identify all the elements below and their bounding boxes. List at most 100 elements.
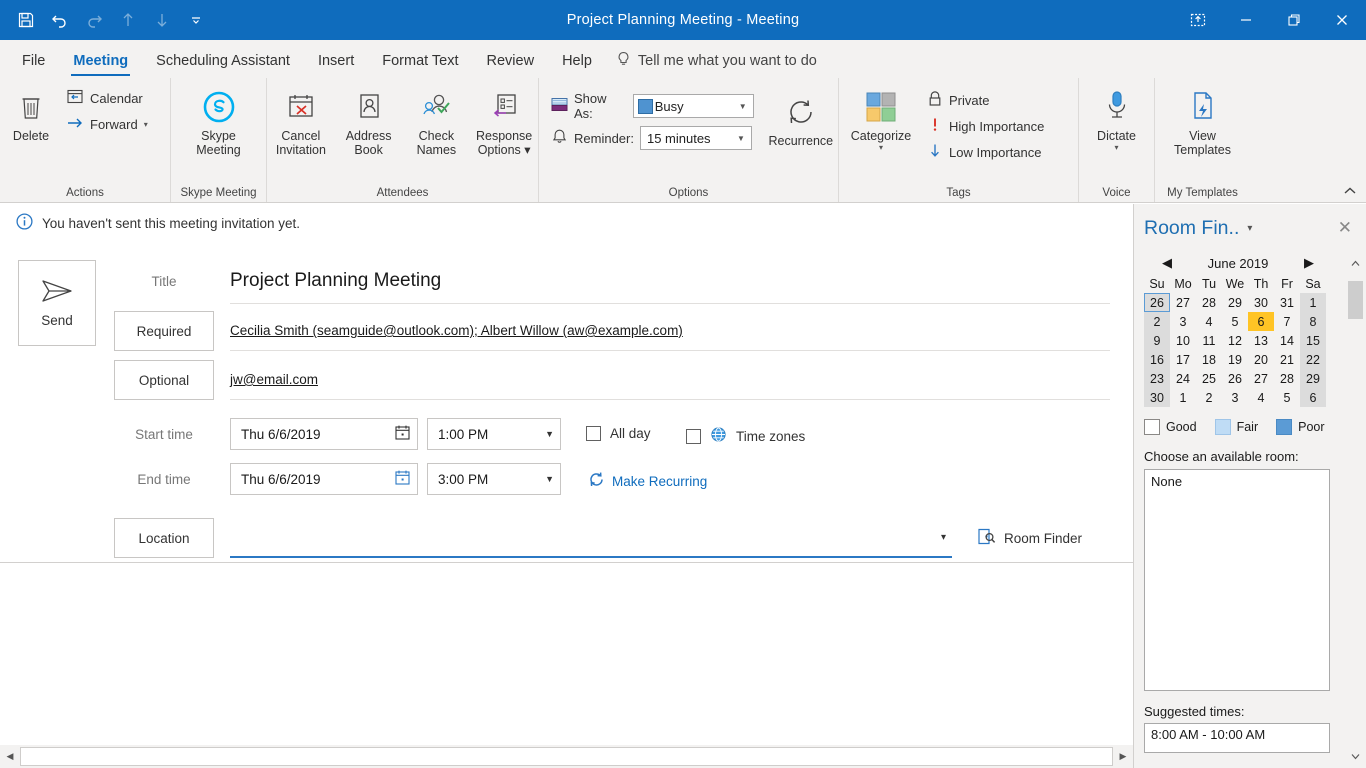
calendar-day-cell[interactable]: 15 (1300, 331, 1326, 350)
tab-insert[interactable]: Insert (304, 44, 368, 78)
save-icon[interactable] (10, 5, 42, 35)
calendar-day-cell[interactable]: 7 (1274, 312, 1300, 331)
high-importance-button[interactable]: High Importance (923, 113, 1048, 139)
calendar-day-cell[interactable]: 26 (1222, 369, 1248, 388)
show-as-dropdown[interactable]: Busy ▼ (632, 94, 754, 118)
tell-me-search[interactable]: Tell me what you want to do (606, 44, 827, 78)
next-item-icon[interactable] (146, 5, 178, 35)
view-templates-button[interactable]: View Templates (1158, 83, 1248, 158)
calendar-day-cell[interactable]: 5 (1222, 312, 1248, 331)
calendar-day-cell[interactable]: 9 (1144, 331, 1170, 350)
forward-chevron-down-icon[interactable]: ▾ (144, 120, 148, 129)
calendar-day-cell[interactable]: 26 (1144, 293, 1170, 312)
room-finder-toggle-button[interactable]: Room Finder (976, 527, 1082, 549)
forward-button[interactable]: Forward ▾ (62, 111, 152, 137)
suggested-times-item[interactable]: 8:00 AM - 10:00 AM (1151, 727, 1323, 742)
ribbon-display-options-icon[interactable] (1174, 0, 1222, 40)
available-rooms-list-item[interactable]: None (1151, 474, 1323, 489)
date-picker-calendar[interactable]: Su Mo Tu We Th Fr Sa 26 27 28 29 30 31 1 2 3 4 5 6 7… (1144, 274, 1326, 407)
room-finder-vertical-scrollbar[interactable] (1348, 256, 1363, 766)
start-date-input[interactable]: Thu 6/6/2019 (230, 418, 418, 450)
low-importance-button[interactable]: Low Importance (923, 139, 1048, 165)
available-rooms-list[interactable]: None (1144, 469, 1330, 691)
all-day-checkbox-box[interactable] (586, 426, 601, 441)
calendar-day-cell[interactable]: 22 (1300, 350, 1326, 369)
calendar-day-cell[interactable]: 29 (1300, 369, 1326, 388)
end-date-input[interactable]: Thu 6/6/2019 (230, 463, 418, 495)
calendar-day-cell[interactable]: 23 (1144, 369, 1170, 388)
recurrence-button[interactable]: Recurrence (764, 88, 838, 148)
calendar-day-cell[interactable]: 6 (1300, 388, 1326, 407)
room-finder-scroll-thumb[interactable] (1348, 281, 1363, 319)
make-recurring-button[interactable]: Make Recurring (588, 471, 707, 491)
scroll-down-icon[interactable] (1348, 749, 1363, 764)
categorize-button[interactable]: Categorize ▾ (839, 83, 923, 153)
calendar-day-cell[interactable]: 13 (1248, 331, 1274, 350)
calendar-day-cell[interactable]: 3 (1170, 312, 1196, 331)
close-icon[interactable] (1318, 0, 1366, 40)
tab-help[interactable]: Help (548, 44, 606, 78)
calendar-day-cell[interactable]: 10 (1170, 331, 1196, 350)
calendar-day-cell[interactable]: 28 (1196, 293, 1222, 312)
tab-review[interactable]: Review (473, 44, 549, 78)
calendar-day-cell[interactable]: 2 (1144, 312, 1170, 331)
response-options-button[interactable]: Response Options ▾ (473, 83, 535, 158)
calendar-day-cell[interactable]: 3 (1222, 388, 1248, 407)
undo-icon[interactable] (44, 5, 76, 35)
calendar-day-cell[interactable]: 1 (1170, 388, 1196, 407)
room-finder-chevron-down-icon[interactable]: ▾ (1247, 223, 1252, 234)
private-button[interactable]: Private (923, 87, 1048, 113)
calendar-day-cell[interactable]: 2 (1196, 388, 1222, 407)
redo-icon[interactable] (78, 5, 110, 35)
tab-file[interactable]: File (8, 44, 59, 78)
start-clock-dropdown[interactable]: 1:00 PM ▼ (427, 418, 561, 450)
calendar-day-cell[interactable]: 31 (1274, 293, 1300, 312)
categorize-chevron-down-icon[interactable]: ▾ (879, 143, 883, 152)
calendar-day-cell[interactable]: 6 (1248, 312, 1274, 331)
calendar-day-cell[interactable]: 16 (1144, 350, 1170, 369)
optional-button[interactable]: Optional (114, 360, 214, 400)
address-book-button[interactable]: Address Book (338, 83, 400, 158)
calendar-day-cell[interactable]: 8 (1300, 312, 1326, 331)
end-clock-dropdown[interactable]: 3:00 PM ▼ (427, 463, 561, 495)
dictate-button[interactable]: Dictate ▾ (1082, 83, 1152, 153)
dictate-chevron-down-icon[interactable]: ▾ (1114, 143, 1118, 152)
calendar-day-cell[interactable]: 28 (1274, 369, 1300, 388)
previous-item-icon[interactable] (112, 5, 144, 35)
horizontal-scrollbar[interactable]: ◀ ▶ (0, 745, 1133, 768)
calendar-day-cell[interactable]: 18 (1196, 350, 1222, 369)
calendar-day-cell[interactable]: 30 (1248, 293, 1274, 312)
calendar-day-cell[interactable]: 4 (1196, 312, 1222, 331)
calendar-day-cell[interactable]: 21 (1274, 350, 1300, 369)
location-chevron-down-icon[interactable]: ▾ (941, 532, 952, 543)
calendar-day-cell[interactable]: 5 (1274, 388, 1300, 407)
calendar-day-cell[interactable]: 1 (1300, 293, 1326, 312)
calendar-prev-month-icon[interactable]: ◀ (1162, 255, 1172, 271)
customize-quick-access-toolbar-icon[interactable] (180, 5, 212, 35)
tab-format-text[interactable]: Format Text (368, 44, 472, 78)
skype-meeting-button[interactable]: Skype Meeting (174, 83, 264, 158)
time-zones-checkbox[interactable]: Time zones (686, 426, 805, 446)
calendar-next-month-icon[interactable]: ▶ (1304, 255, 1314, 271)
optional-input[interactable]: jw@email.com (230, 360, 1110, 400)
reminder-dropdown[interactable]: 15 minutes ▼ (639, 126, 752, 150)
start-date-calendar-icon[interactable] (394, 424, 411, 444)
required-input[interactable]: Cecilia Smith (seamguide@outlook.com); A… (230, 311, 1110, 351)
calendar-day-cell[interactable]: 19 (1222, 350, 1248, 369)
tab-meeting[interactable]: Meeting (59, 44, 142, 78)
cancel-invitation-button[interactable]: Cancel Invitation (270, 83, 332, 158)
calendar-day-cell[interactable]: 4 (1248, 388, 1274, 407)
required-button[interactable]: Required (114, 311, 214, 351)
calendar-day-cell[interactable]: 12 (1222, 331, 1248, 350)
scroll-right-icon[interactable]: ▶ (1113, 746, 1133, 767)
check-names-button[interactable]: Check Names (405, 83, 467, 158)
location-input[interactable]: ▾ (230, 518, 952, 558)
meeting-body-editor[interactable] (0, 563, 1133, 740)
calendar-day-cell[interactable]: 27 (1170, 293, 1196, 312)
time-zones-checkbox-box[interactable] (686, 428, 701, 444)
scroll-up-icon[interactable] (1348, 256, 1363, 271)
room-finder-close-icon[interactable]: ✕ (1330, 218, 1360, 238)
title-input[interactable]: Project Planning Meeting (230, 258, 1110, 304)
calendar-day-cell[interactable]: 25 (1196, 369, 1222, 388)
collapse-ribbon-icon[interactable] (1342, 185, 1358, 200)
